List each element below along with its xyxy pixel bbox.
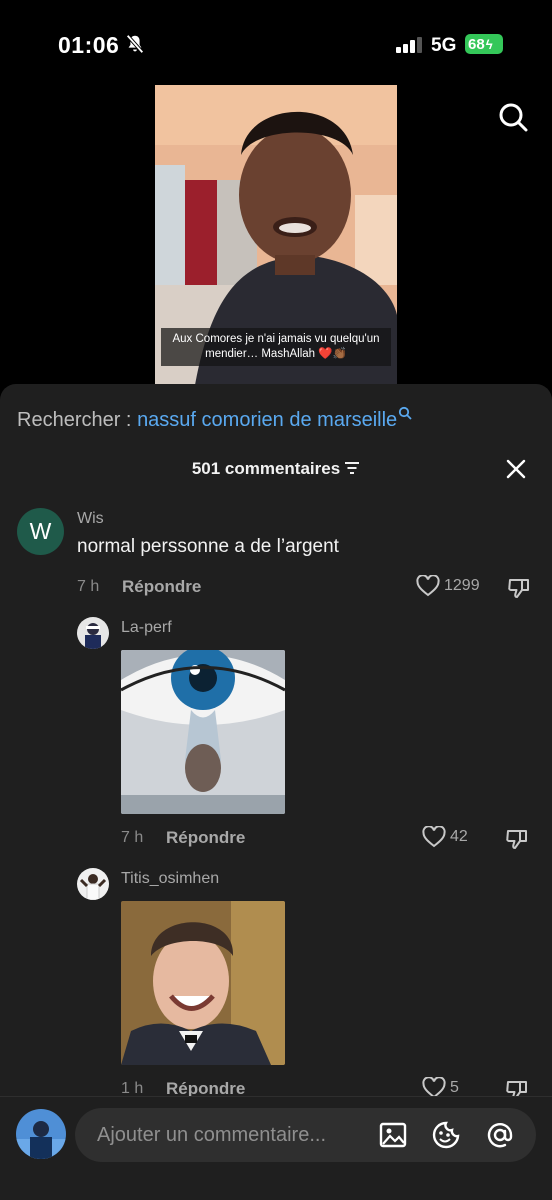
like-count: 1299	[444, 577, 480, 594]
heart-icon	[416, 575, 440, 597]
status-time: 01:06	[58, 32, 120, 58]
comment-input[interactable]	[97, 1108, 367, 1162]
network-type: 5G	[431, 35, 457, 56]
related-search[interactable]: Rechercher : nassuf comorien de marseill…	[17, 406, 412, 432]
bell-slash-icon	[126, 34, 144, 54]
related-search-query[interactable]: nassuf comorien de marseille	[137, 409, 397, 431]
comments-count[interactable]: 501 commentaires	[0, 459, 552, 479]
bolt-icon: ϟ	[485, 36, 493, 52]
video-caption: Aux Comores je n'ai jamais vu quelqu'un …	[161, 328, 391, 366]
like-count: 5	[450, 1079, 459, 1096]
avatar[interactable]	[77, 617, 109, 649]
close-icon[interactable]	[506, 459, 526, 479]
like-button[interactable]: 1299	[416, 575, 480, 597]
image-icon[interactable]	[378, 1120, 408, 1150]
avatar[interactable]: W	[17, 508, 64, 555]
emoji-icon[interactable]	[431, 1120, 461, 1150]
reply-button[interactable]: Répondre	[122, 577, 201, 597]
avatar[interactable]	[16, 1109, 66, 1159]
comments-sheet: Rechercher : nassuf comorien de marseill…	[0, 384, 552, 1200]
comment-input-box	[75, 1108, 536, 1162]
comment-username[interactable]: La-perf	[121, 619, 172, 637]
search-icon[interactable]	[497, 101, 529, 133]
related-search-prefix: Rechercher :	[17, 409, 138, 431]
comment-image[interactable]	[121, 901, 285, 1065]
heart-icon	[422, 826, 446, 848]
avatar[interactable]	[77, 868, 109, 900]
comment-image[interactable]	[121, 650, 285, 814]
like-count: 42	[450, 828, 468, 845]
comment-username[interactable]: Wis	[77, 510, 104, 528]
like-button[interactable]: 42	[422, 826, 468, 848]
comment-text: normal perssonne a de l’argent	[77, 536, 339, 557]
comment-username[interactable]: Titis_osimhen	[121, 870, 219, 888]
at-icon[interactable]	[485, 1120, 515, 1150]
battery-indicator: 68 ϟ	[465, 34, 503, 54]
comments-count-label: 501 commentaires	[191, 459, 341, 478]
signal-icon	[396, 37, 422, 53]
comment-composer	[0, 1096, 552, 1200]
dislike-icon[interactable]	[505, 826, 529, 850]
status-bar: 01:06 5G 68 ϟ	[0, 0, 552, 90]
comment-time: 7 h	[121, 829, 144, 846]
dislike-icon[interactable]	[507, 575, 531, 599]
search-small-icon	[399, 406, 412, 420]
battery-level: 68	[468, 35, 485, 53]
video-player[interactable]: Aux Comores je n'ai jamais vu quelqu'un …	[155, 85, 397, 385]
sort-icon[interactable]	[344, 461, 360, 475]
comment-time: 7 h	[77, 578, 100, 595]
reply-button[interactable]: Répondre	[166, 828, 245, 848]
